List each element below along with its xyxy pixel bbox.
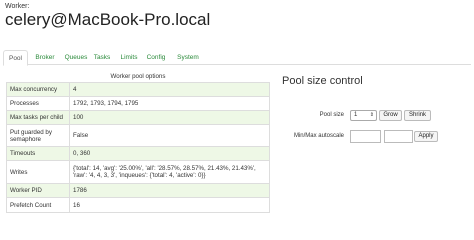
table-row: Processes 1792, 1793, 1794, 1795 xyxy=(6,96,270,111)
autoscale-max-input[interactable] xyxy=(384,130,413,143)
worker-name: celery@MacBook-Pro.local xyxy=(5,10,211,29)
tab-queues[interactable]: Queues xyxy=(61,50,91,65)
shrink-button[interactable]: Shrink xyxy=(404,110,431,121)
autoscale-label: Min/Max autoscale xyxy=(293,133,344,139)
row-key: Writes xyxy=(6,160,70,184)
row-key: Processes xyxy=(6,96,70,111)
row-key: Prefetch Count xyxy=(6,197,70,213)
table-row: Timeouts 0, 360 xyxy=(6,146,270,161)
row-value: 0, 360 xyxy=(69,146,270,161)
row-value: {'total': 14, 'avg': '25.00%', 'all': '2… xyxy=(69,160,270,184)
tab-pool[interactable]: Pool xyxy=(3,50,28,66)
tab-tasks[interactable]: Tasks xyxy=(91,50,113,65)
chevron-updown-icon: ⇕ xyxy=(369,112,374,118)
row-key: Put guarded by semaphore xyxy=(6,124,70,147)
table-row: Put guarded by semaphore False xyxy=(6,124,270,147)
apply-button[interactable]: Apply xyxy=(414,131,438,142)
row-value: 100 xyxy=(69,110,270,125)
table-row: Max tasks per child 100 xyxy=(6,110,270,125)
tab-limits[interactable]: Limits xyxy=(117,50,141,65)
row-value: 16 xyxy=(69,197,270,213)
row-value: 4 xyxy=(69,82,270,97)
pool-size-control-title: Pool size control xyxy=(282,75,363,87)
pool-size-select[interactable]: 1 ⇕ xyxy=(350,110,377,121)
row-key: Worker PID xyxy=(6,183,70,198)
row-key: Timeouts xyxy=(6,146,70,161)
row-value: 1786 xyxy=(69,183,270,198)
row-key: Max tasks per child xyxy=(6,110,70,125)
pool-size-label: Pool size xyxy=(319,112,344,118)
row-value: 1792, 1793, 1794, 1795 xyxy=(69,96,270,111)
row-value: False xyxy=(69,124,270,147)
grow-button[interactable]: Grow xyxy=(379,110,402,121)
autoscale-min-input[interactable] xyxy=(350,130,381,143)
tab-config[interactable]: Config xyxy=(143,50,169,65)
tab-system[interactable]: System xyxy=(173,50,203,65)
tab-bar: Pool Broker Queues Tasks Limits Config S… xyxy=(3,50,471,66)
tab-broker[interactable]: Broker xyxy=(29,50,61,65)
row-key: Max concurrency xyxy=(6,82,70,97)
table-caption: Worker pool options xyxy=(110,73,166,80)
table-row: Prefetch Count 16 xyxy=(6,197,270,213)
table-row: Worker PID 1786 xyxy=(6,183,270,198)
table-row: Max concurrency 4 xyxy=(6,82,270,97)
worker-label: Worker: xyxy=(5,3,30,10)
table-row: Writes {'total': 14, 'avg': '25.00%', 'a… xyxy=(6,160,270,184)
pool-size-value: 1 xyxy=(354,112,358,118)
pool-options-table: Worker pool options Max concurrency 4 Pr… xyxy=(6,72,270,213)
